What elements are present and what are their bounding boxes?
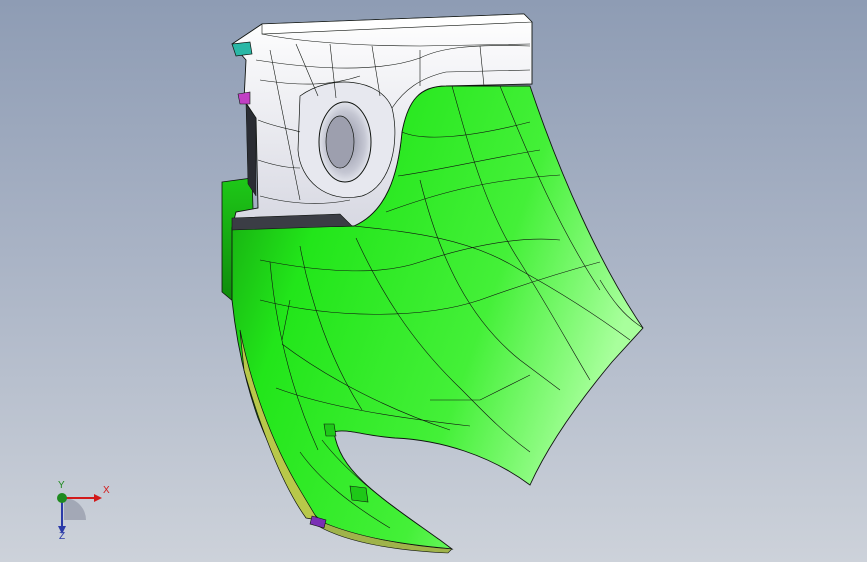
x-axis-label: X [103,485,110,496]
bumper-part-model[interactable] [0,0,867,562]
y-axis-label: Y [58,480,65,491]
magenta-clip-top [237,91,251,105]
teal-clip [231,41,253,57]
cad-viewport[interactable]: X Y Z [0,0,867,562]
z-axis-label: Z [59,531,66,542]
y-axis-dot-icon [57,493,67,503]
x-axis-arrow-icon [94,494,102,502]
axis-triad: X Y Z [44,480,114,550]
lower-tab [349,485,369,503]
